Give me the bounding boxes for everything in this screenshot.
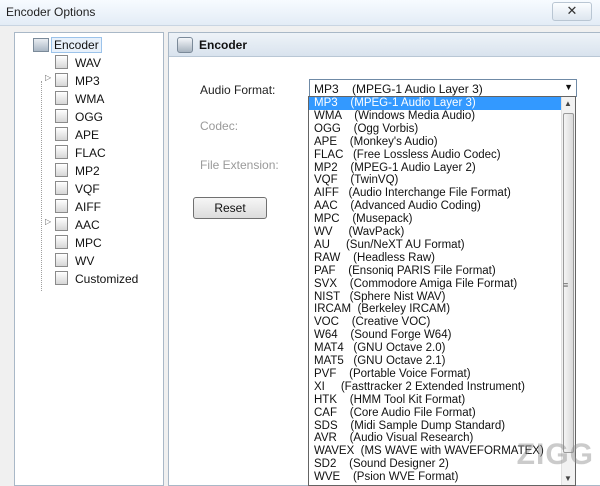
scroll-up-arrow-icon[interactable]: ▲ [564,99,572,108]
wv-file-icon [55,253,68,267]
aac-file-icon [55,217,68,231]
dropdown-option[interactable]: WV (WavPack) [309,226,561,239]
dropdown-option[interactable]: NIST (Sphere Nist WAV) [309,291,561,304]
dropdown-option[interactable]: OGG (Ogg Vorbis) [309,123,561,136]
customized-file-icon [55,271,68,285]
codec-label: Codec: [200,119,239,133]
vqf-file-icon [55,181,68,195]
panel-title: Encoder [199,38,248,52]
expand-arrow-icon[interactable]: ▷ [45,73,51,82]
aiff-file-icon [55,199,68,213]
mp3-file-icon [55,73,68,87]
tree-item-label: MP2 [75,164,100,178]
chevron-down-icon[interactable]: ▼ [564,82,573,92]
audio-format-value: MP3 (MPEG-1 Audio Layer 3) [314,82,483,96]
tree-item-label: WMA [75,92,105,106]
ape-file-icon [55,127,68,141]
watermark-logo: ZIGG [516,438,594,471]
scroll-down-arrow-icon[interactable]: ▼ [564,474,572,483]
tree-item-label: FLAC [75,146,106,160]
dropdown-option[interactable]: APE (Monkey's Audio) [309,136,561,149]
tree-connector-line [41,81,42,291]
dropdown-option[interactable]: FLAC (Free Lossless Audio Codec) [309,149,561,162]
flac-file-icon [55,145,68,159]
tree-item-label: MPC [75,236,102,250]
encoder-icon [33,38,49,52]
audio-format-label: Audio Format: [200,83,276,97]
expand-arrow-icon[interactable]: ▷ [45,217,51,226]
audio-format-dropdown-list[interactable]: MP3 (MPEG-1 Audio Layer 3) WMA (Windows M… [308,96,576,486]
dropdown-option[interactable]: CAF (Core Audio File Format) [309,407,561,420]
tree-item-label: APE [75,128,100,142]
dropdown-option[interactable]: AAC (Advanced Audio Coding) [309,200,561,213]
wrench-icon [177,37,193,53]
reset-button[interactable]: Reset [193,197,267,219]
audio-format-select[interactable]: MP3 (MPEG-1 Audio Layer 3) ▼ [309,79,577,97]
tree-item-label: AIFF [75,200,101,214]
dropdown-option[interactable]: AU (Sun/NeXT AU Format) [309,239,561,252]
close-icon: ✕ [566,3,578,18]
title-bar: Encoder Options ✕ [0,0,600,26]
dropdown-option[interactable]: MPC (Musepack) [309,213,561,226]
dropdown-scrollbar[interactable]: ▲ ≡ ▼ [561,97,575,485]
dropdown-option[interactable]: MP3 (MPEG-1 Audio Layer 3) [309,97,561,110]
dropdown-option[interactable]: HTK (HMM Tool Kit Format) [309,394,561,407]
tree-item-label: WV [75,254,95,268]
dropdown-option[interactable]: PVF (Portable Voice Format) [309,368,561,381]
mpc-file-icon [55,235,68,249]
dropdown-option[interactable]: SVX (Commodore Amiga File Format) [309,278,561,291]
tree-item-label: Customized [75,272,139,286]
dropdown-option[interactable]: VQF (TwinVQ) [309,174,561,187]
tree-item-label: AAC [75,218,100,232]
close-button[interactable]: ✕ [552,2,592,21]
dropdown-option[interactable]: MAT5 (GNU Octave 2.1) [309,355,561,368]
ogg-file-icon [55,109,68,123]
dropdown-option[interactable]: MP2 (MPEG-1 Audio Layer 2) [309,162,561,175]
file-extension-label: File Extension: [200,158,279,172]
window-title: Encoder Options [6,5,96,19]
dropdown-option[interactable]: IRCAM (Berkeley IRCAM) [309,303,561,316]
wav-file-icon [55,55,68,69]
tree-item-label: Encoder [51,37,102,53]
encoder-tree[interactable]: Encoder WAV ▷ MP3 WMA OGG APE FLAC MP2 V… [14,32,164,486]
dropdown-option[interactable]: MAT4 (GNU Octave 2.0) [309,342,561,355]
dropdown-option[interactable]: W64 (Sound Forge W64) [309,329,561,342]
dropdown-option[interactable]: WVE (Psion WVE Format) [309,471,561,484]
tree-item-label: VQF [75,182,100,196]
dropdown-option[interactable]: AIFF (Audio Interchange File Format) [309,187,561,200]
mp2-file-icon [55,163,68,177]
panel-header: Encoder [169,33,600,57]
tree-item-label: OGG [75,110,104,124]
dropdown-option[interactable]: SDS (Midi Sample Dump Standard) [309,420,561,433]
dropdown-option[interactable]: WMA (Windows Media Audio) [309,110,561,123]
grip-icon: ≡ [563,280,569,290]
tree-item-label: WAV [75,56,101,70]
dropdown-option[interactable]: PAF (Ensoniq PARIS File Format) [309,265,561,278]
dropdown-option[interactable]: RAW (Headless Raw) [309,252,561,265]
wma-file-icon [55,91,68,105]
tree-item-label: MP3 [75,74,100,88]
dropdown-option[interactable]: XI (Fasttracker 2 Extended Instrument) [309,381,561,394]
dropdown-option[interactable]: VOC (Creative VOC) [309,316,561,329]
